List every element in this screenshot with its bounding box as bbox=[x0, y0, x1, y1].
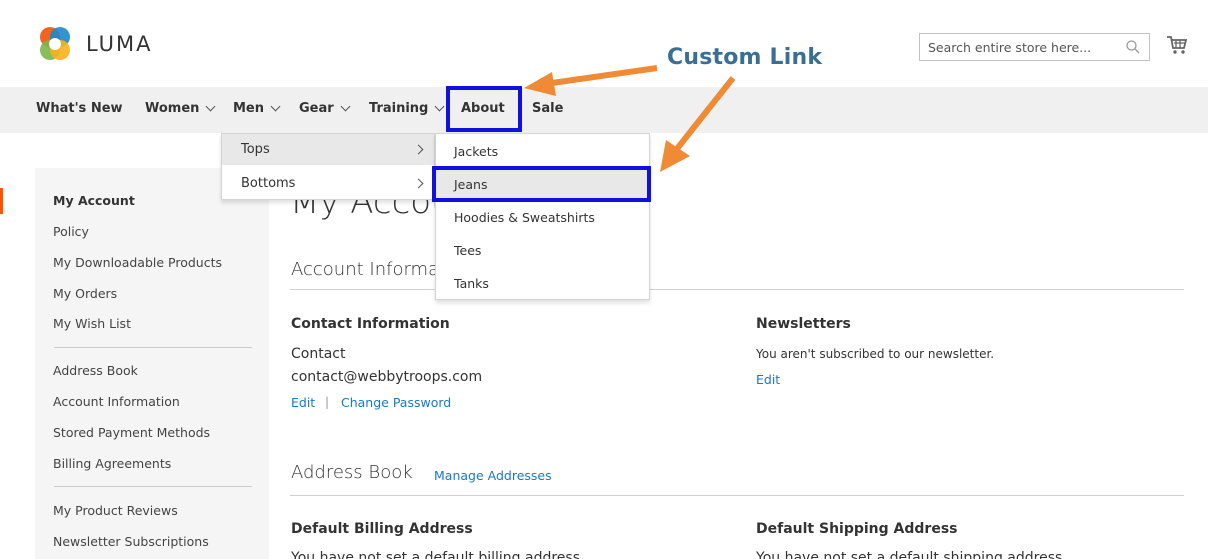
submenu-item-tanks[interactable]: Tanks bbox=[436, 267, 649, 300]
newsletter-status: You aren't subscribed to our newsletter. bbox=[756, 347, 995, 361]
nav-whats-new[interactable]: What's New bbox=[36, 101, 123, 116]
chevron-right-icon bbox=[413, 178, 424, 189]
edit-newsletter-link[interactable]: Edit bbox=[756, 372, 780, 387]
sidebar-item-account-information[interactable]: Account Information bbox=[53, 394, 180, 409]
main-navigation: What's New Women Men Gear Training About… bbox=[0, 87, 1208, 133]
nav-women[interactable]: Women bbox=[145, 101, 216, 116]
submenu-item-tees[interactable]: Tees bbox=[436, 234, 649, 267]
edit-contact-link[interactable]: Edit bbox=[291, 395, 315, 410]
nav-label: Men bbox=[233, 101, 265, 116]
nav-label: Sale bbox=[532, 101, 564, 116]
search-icon[interactable] bbox=[1125, 39, 1141, 55]
sidebar-item-newsletter-subscriptions[interactable]: Newsletter Subscriptions bbox=[53, 534, 209, 549]
manage-addresses-link[interactable]: Manage Addresses bbox=[434, 468, 552, 483]
submenu-item-hoodies[interactable]: Hoodies & Sweatshirts bbox=[436, 201, 649, 234]
chevron-down-icon bbox=[270, 101, 281, 112]
nav-men[interactable]: Men bbox=[233, 101, 281, 116]
submenu-item-jackets[interactable]: Jackets bbox=[436, 135, 649, 168]
chevron-right-icon bbox=[413, 144, 424, 155]
about-highlight-box bbox=[446, 86, 522, 132]
sidebar-divider bbox=[54, 347, 252, 348]
contact-name: Contact bbox=[291, 346, 346, 362]
nav-training[interactable]: Training bbox=[369, 101, 445, 116]
sidebar-item-wish-list[interactable]: My Wish List bbox=[53, 316, 131, 331]
nav-label: Women bbox=[145, 101, 200, 116]
sidebar-item-my-account[interactable]: My Account bbox=[53, 193, 135, 208]
men-submenu: Tops Bottoms bbox=[221, 133, 435, 200]
chevron-down-icon bbox=[340, 101, 351, 112]
nav-label: What's New bbox=[36, 101, 123, 116]
nav-label: Gear bbox=[299, 101, 334, 116]
shipping-address-title: Default Shipping Address bbox=[756, 521, 958, 537]
luma-logo-icon bbox=[40, 27, 70, 60]
link-separator: | bbox=[325, 395, 330, 409]
submenu-item-tops[interactable]: Tops bbox=[222, 134, 434, 165]
chevron-down-icon bbox=[205, 101, 216, 112]
sidebar-item-product-reviews[interactable]: My Product Reviews bbox=[53, 503, 178, 518]
billing-address-title: Default Billing Address bbox=[291, 521, 473, 537]
billing-address-text: You have not set a default billing addre… bbox=[291, 550, 585, 559]
contact-information-title: Contact Information bbox=[291, 316, 450, 332]
luma-logo[interactable]: LUMA bbox=[36, 25, 153, 63]
submenu-item-bottoms[interactable]: Bottoms bbox=[222, 168, 434, 199]
section-divider bbox=[290, 495, 1184, 496]
contact-email: contact@webbytroops.com bbox=[291, 369, 483, 385]
nav-label: Training bbox=[369, 101, 429, 116]
address-book-heading: Address Book bbox=[291, 462, 413, 483]
tops-submenu: Jackets Jeans Hoodies & Sweatshirts Tees… bbox=[435, 133, 650, 300]
submenu-label: Tops bbox=[241, 142, 270, 157]
sidebar-divider bbox=[54, 486, 252, 487]
chevron-down-icon bbox=[434, 101, 445, 112]
sidebar-item-policy[interactable]: Policy bbox=[53, 224, 89, 239]
jeans-highlight-box bbox=[432, 166, 651, 202]
nav-gear[interactable]: Gear bbox=[299, 101, 351, 116]
search-box[interactable] bbox=[919, 33, 1150, 61]
search-input[interactable] bbox=[928, 39, 1125, 55]
shipping-address-text: You have not set a default shipping addr… bbox=[756, 550, 1067, 559]
sidebar-item-stored-payment-methods[interactable]: Stored Payment Methods bbox=[53, 425, 210, 440]
newsletters-title: Newsletters bbox=[756, 316, 851, 332]
sidebar-active-indicator bbox=[0, 188, 3, 214]
sidebar-item-address-book[interactable]: Address Book bbox=[53, 363, 138, 378]
sidebar-item-orders[interactable]: My Orders bbox=[53, 286, 117, 301]
submenu-label: Bottoms bbox=[241, 176, 296, 191]
sidebar-item-billing-agreements[interactable]: Billing Agreements bbox=[53, 456, 171, 471]
sidebar-item-downloadable-products[interactable]: My Downloadable Products bbox=[53, 255, 222, 270]
custom-link-annotation: Custom Link bbox=[667, 45, 823, 70]
cart-icon[interactable] bbox=[1166, 34, 1188, 56]
brand-name: LUMA bbox=[86, 32, 153, 56]
section-divider bbox=[290, 289, 1184, 290]
nav-sale[interactable]: Sale bbox=[532, 101, 563, 116]
change-password-link[interactable]: Change Password bbox=[341, 395, 451, 410]
